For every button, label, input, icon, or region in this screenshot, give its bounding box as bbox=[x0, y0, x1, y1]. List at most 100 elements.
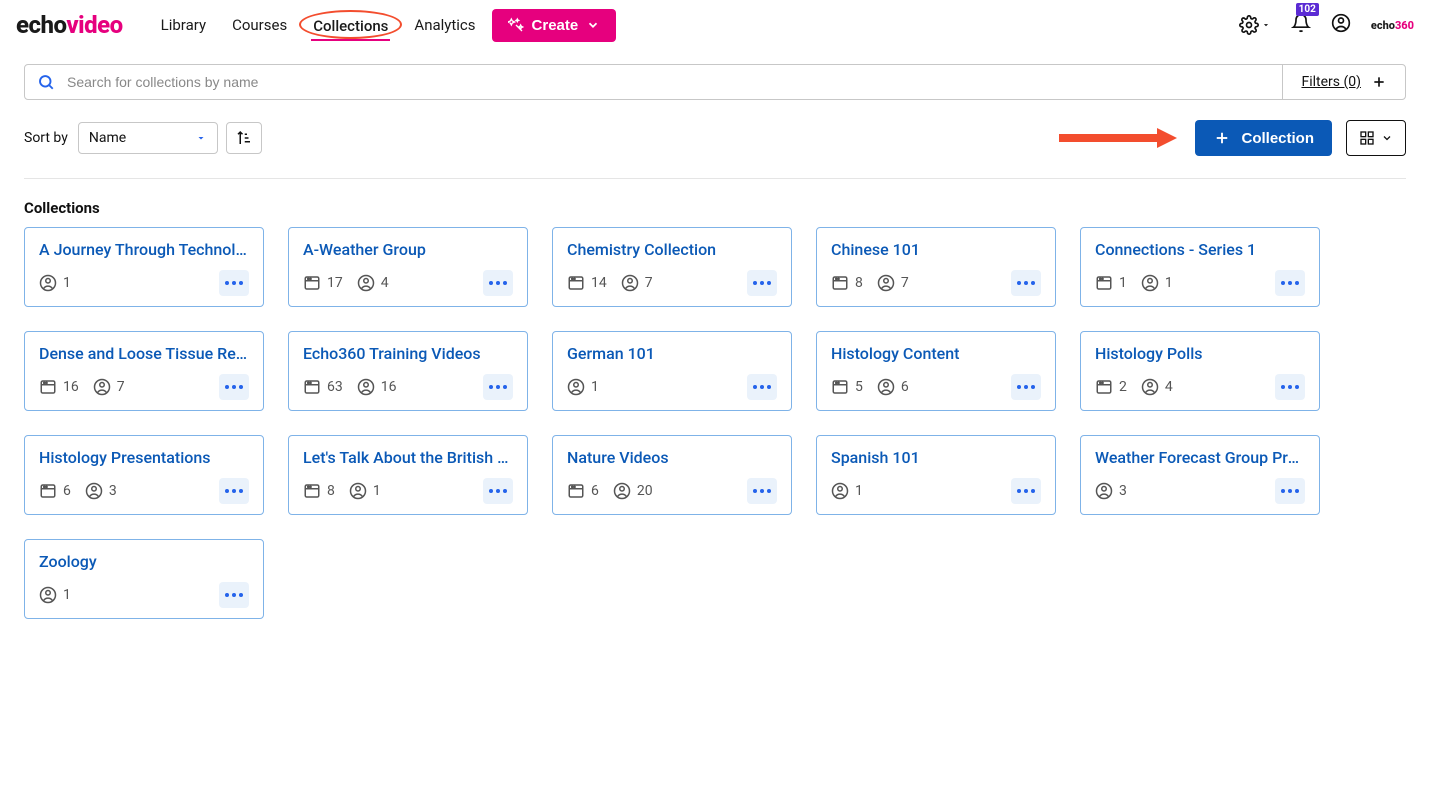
divider bbox=[24, 178, 1406, 179]
sortby-label: Sort by bbox=[24, 130, 68, 146]
collection-title: Histology Polls bbox=[1095, 344, 1305, 363]
media-count: 8 bbox=[831, 274, 863, 292]
filters-label: Filters (0) bbox=[1301, 74, 1361, 90]
magic-wand-icon bbox=[508, 17, 524, 33]
collection-meta: 87 bbox=[831, 270, 1041, 296]
media-count: 6 bbox=[39, 482, 71, 500]
collection-title: Nature Videos bbox=[567, 448, 777, 467]
collection-more-button[interactable] bbox=[1011, 270, 1041, 296]
bell-icon bbox=[1291, 13, 1311, 33]
collection-meta: 81 bbox=[303, 478, 513, 504]
collection-more-button[interactable] bbox=[747, 374, 777, 400]
new-collection-button[interactable]: Collection bbox=[1195, 120, 1332, 156]
collection-more-button[interactable] bbox=[483, 374, 513, 400]
collection-card[interactable]: Chemistry Collection147 bbox=[552, 227, 792, 307]
collection-more-button[interactable] bbox=[219, 270, 249, 296]
user-circle-icon bbox=[613, 482, 631, 500]
brand-mini: echo360 bbox=[1371, 19, 1414, 32]
collection-more-button[interactable] bbox=[747, 478, 777, 504]
media-count: 1 bbox=[1095, 274, 1127, 292]
media-count: 6 bbox=[567, 482, 599, 500]
collection-more-button[interactable] bbox=[747, 270, 777, 296]
collection-meta: 1 bbox=[39, 582, 249, 608]
grid-icon bbox=[1359, 130, 1375, 146]
media-icon bbox=[39, 482, 57, 500]
nav-courses[interactable]: Courses bbox=[230, 12, 289, 38]
collection-card[interactable]: Let's Talk About the British Mo... 81 bbox=[288, 435, 528, 515]
nav-collections[interactable]: Collections bbox=[311, 13, 390, 41]
filters-button[interactable]: Filters (0) bbox=[1282, 65, 1405, 99]
user-circle-icon bbox=[621, 274, 639, 292]
sort-direction-button[interactable] bbox=[226, 122, 262, 154]
collection-more-button[interactable] bbox=[219, 478, 249, 504]
collection-more-button[interactable] bbox=[1011, 478, 1041, 504]
collection-card[interactable]: Connections - Series 111 bbox=[1080, 227, 1320, 307]
collection-card[interactable]: Histology Presentations63 bbox=[24, 435, 264, 515]
top-header: echovideo Library Courses Collections An… bbox=[0, 0, 1430, 50]
media-count: 5 bbox=[831, 378, 863, 396]
collection-more-button[interactable] bbox=[219, 582, 249, 608]
collection-meta: 1 bbox=[39, 270, 249, 296]
create-button[interactable]: Create bbox=[492, 9, 617, 42]
collection-card[interactable]: Histology Polls24 bbox=[1080, 331, 1320, 411]
sort-asc-icon bbox=[235, 129, 253, 147]
view-toggle-button[interactable] bbox=[1346, 120, 1406, 156]
collection-more-button[interactable] bbox=[483, 270, 513, 296]
collection-more-button[interactable] bbox=[1275, 270, 1305, 296]
more-horizontal-icon bbox=[224, 592, 244, 598]
user-circle-icon bbox=[1095, 482, 1113, 500]
notifications-button[interactable]: 102 bbox=[1291, 13, 1311, 37]
search-box[interactable] bbox=[25, 65, 1282, 99]
brand-echo: echo bbox=[16, 11, 66, 39]
users-count: 3 bbox=[85, 482, 117, 500]
collection-title: Echo360 Training Videos bbox=[303, 344, 513, 363]
collection-card[interactable]: Nature Videos 620 bbox=[552, 435, 792, 515]
media-icon bbox=[303, 482, 321, 500]
collection-meta: 620 bbox=[567, 478, 777, 504]
collection-more-button[interactable] bbox=[1275, 374, 1305, 400]
collection-title: Chinese 101 bbox=[831, 240, 1041, 259]
collection-card[interactable]: Echo360 Training Videos 63 16 bbox=[288, 331, 528, 411]
collection-more-button[interactable] bbox=[1011, 374, 1041, 400]
users-count: 16 bbox=[357, 378, 397, 396]
collection-card[interactable]: A Journey Through Technology1 bbox=[24, 227, 264, 307]
media-icon bbox=[303, 274, 321, 292]
collection-more-button[interactable] bbox=[219, 374, 249, 400]
settings-menu[interactable] bbox=[1239, 15, 1271, 35]
collection-more-button[interactable] bbox=[483, 478, 513, 504]
annotation-circle: Collections bbox=[311, 16, 390, 35]
collection-card[interactable]: Weather Forecast Group Proje...3 bbox=[1080, 435, 1320, 515]
collection-card[interactable]: Chinese 101 87 bbox=[816, 227, 1056, 307]
collection-card[interactable]: German 1011 bbox=[552, 331, 792, 411]
collection-meta: 1 bbox=[831, 478, 1041, 504]
search-input[interactable] bbox=[67, 74, 1270, 90]
user-circle-icon bbox=[831, 482, 849, 500]
nav-library[interactable]: Library bbox=[159, 12, 208, 38]
more-horizontal-icon bbox=[224, 280, 244, 286]
sortby-select[interactable]: Name bbox=[78, 122, 218, 154]
nav-analytics[interactable]: Analytics bbox=[412, 12, 477, 38]
user-circle-icon bbox=[39, 274, 57, 292]
annotation-arrow bbox=[1057, 126, 1177, 150]
collection-more-button[interactable] bbox=[1275, 478, 1305, 504]
users-count: 1 bbox=[567, 378, 599, 396]
collection-card[interactable]: Zoology 1 bbox=[24, 539, 264, 619]
media-count: 8 bbox=[303, 482, 335, 500]
section-title: Collections bbox=[24, 199, 1406, 217]
collection-title: Zoology bbox=[39, 552, 249, 571]
collection-card[interactable]: Histology Content56 bbox=[816, 331, 1056, 411]
user-circle-icon bbox=[357, 274, 375, 292]
more-horizontal-icon bbox=[488, 384, 508, 390]
user-circle-icon bbox=[93, 378, 111, 396]
collection-card[interactable]: Dense and Loose Tissue Revi...167 bbox=[24, 331, 264, 411]
collection-card[interactable]: A-Weather Group174 bbox=[288, 227, 528, 307]
user-circle-icon bbox=[1331, 13, 1351, 33]
collection-title: Let's Talk About the British Mo... bbox=[303, 448, 513, 467]
collection-card[interactable]: Spanish 1011 bbox=[816, 435, 1056, 515]
users-count: 4 bbox=[357, 274, 389, 292]
toolbar: Sort by Name Collection bbox=[24, 120, 1406, 156]
media-icon bbox=[831, 378, 849, 396]
media-icon bbox=[567, 482, 585, 500]
media-count: 63 bbox=[303, 378, 343, 396]
account-button[interactable] bbox=[1331, 13, 1351, 37]
